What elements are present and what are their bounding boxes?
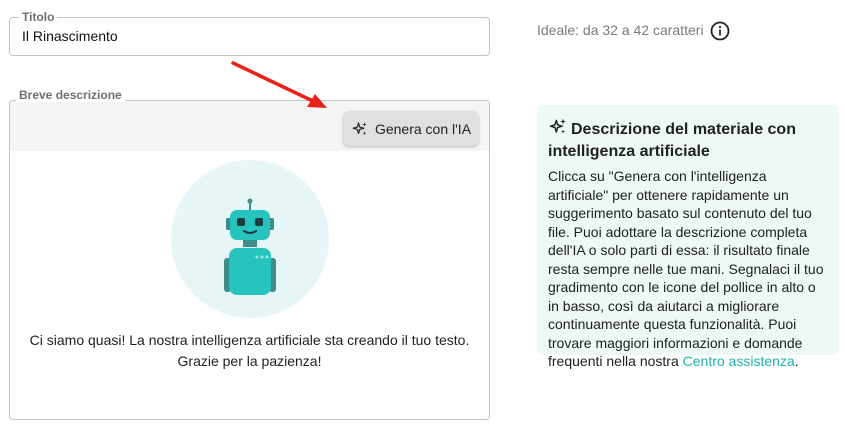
title-hint: Ideale: da 32 a 42 caratteri — [537, 22, 704, 38]
ai-card-body-end: . — [794, 353, 799, 369]
sparkles-icon — [549, 118, 566, 134]
description-label: Breve descrizione — [16, 88, 125, 102]
robot-illustration — [171, 160, 329, 318]
generate-ai-button-label: Genera con l'IA — [374, 120, 472, 137]
info-icon[interactable] — [710, 21, 730, 41]
robot-icon — [224, 198, 276, 295]
ai-card-heading: Descrizione del materiale con intelligen… — [548, 117, 830, 163]
ai-card-body: Clicca su "Genera con l'intelligenza art… — [548, 167, 830, 371]
title-label: Titolo — [19, 10, 58, 24]
ai-info-card: Descrizione del materiale con intelligen… — [537, 105, 839, 369]
description-field: Genera con l'IA Ci siamo quasi! La nostr… — [9, 100, 490, 420]
title-field[interactable]: Titolo Il Rinascimento — [9, 10, 490, 56]
annotation-arrow — [231, 61, 327, 108]
generation-status-text: Ci siamo quasi! La nostra intelligenza a… — [29, 332, 470, 369]
help-center-link[interactable]: Centro assistenza — [683, 353, 795, 369]
sparkles-icon — [352, 121, 367, 135]
title-input-value[interactable]: Il Rinascimento — [22, 28, 118, 44]
ai-card-heading-text: Descrizione del materiale con intelligen… — [548, 121, 796, 160]
ai-card-body-text: Clicca su "Genera con l'intelligenza art… — [548, 168, 824, 369]
generate-ai-button[interactable]: Genera con l'IA — [343, 111, 479, 146]
